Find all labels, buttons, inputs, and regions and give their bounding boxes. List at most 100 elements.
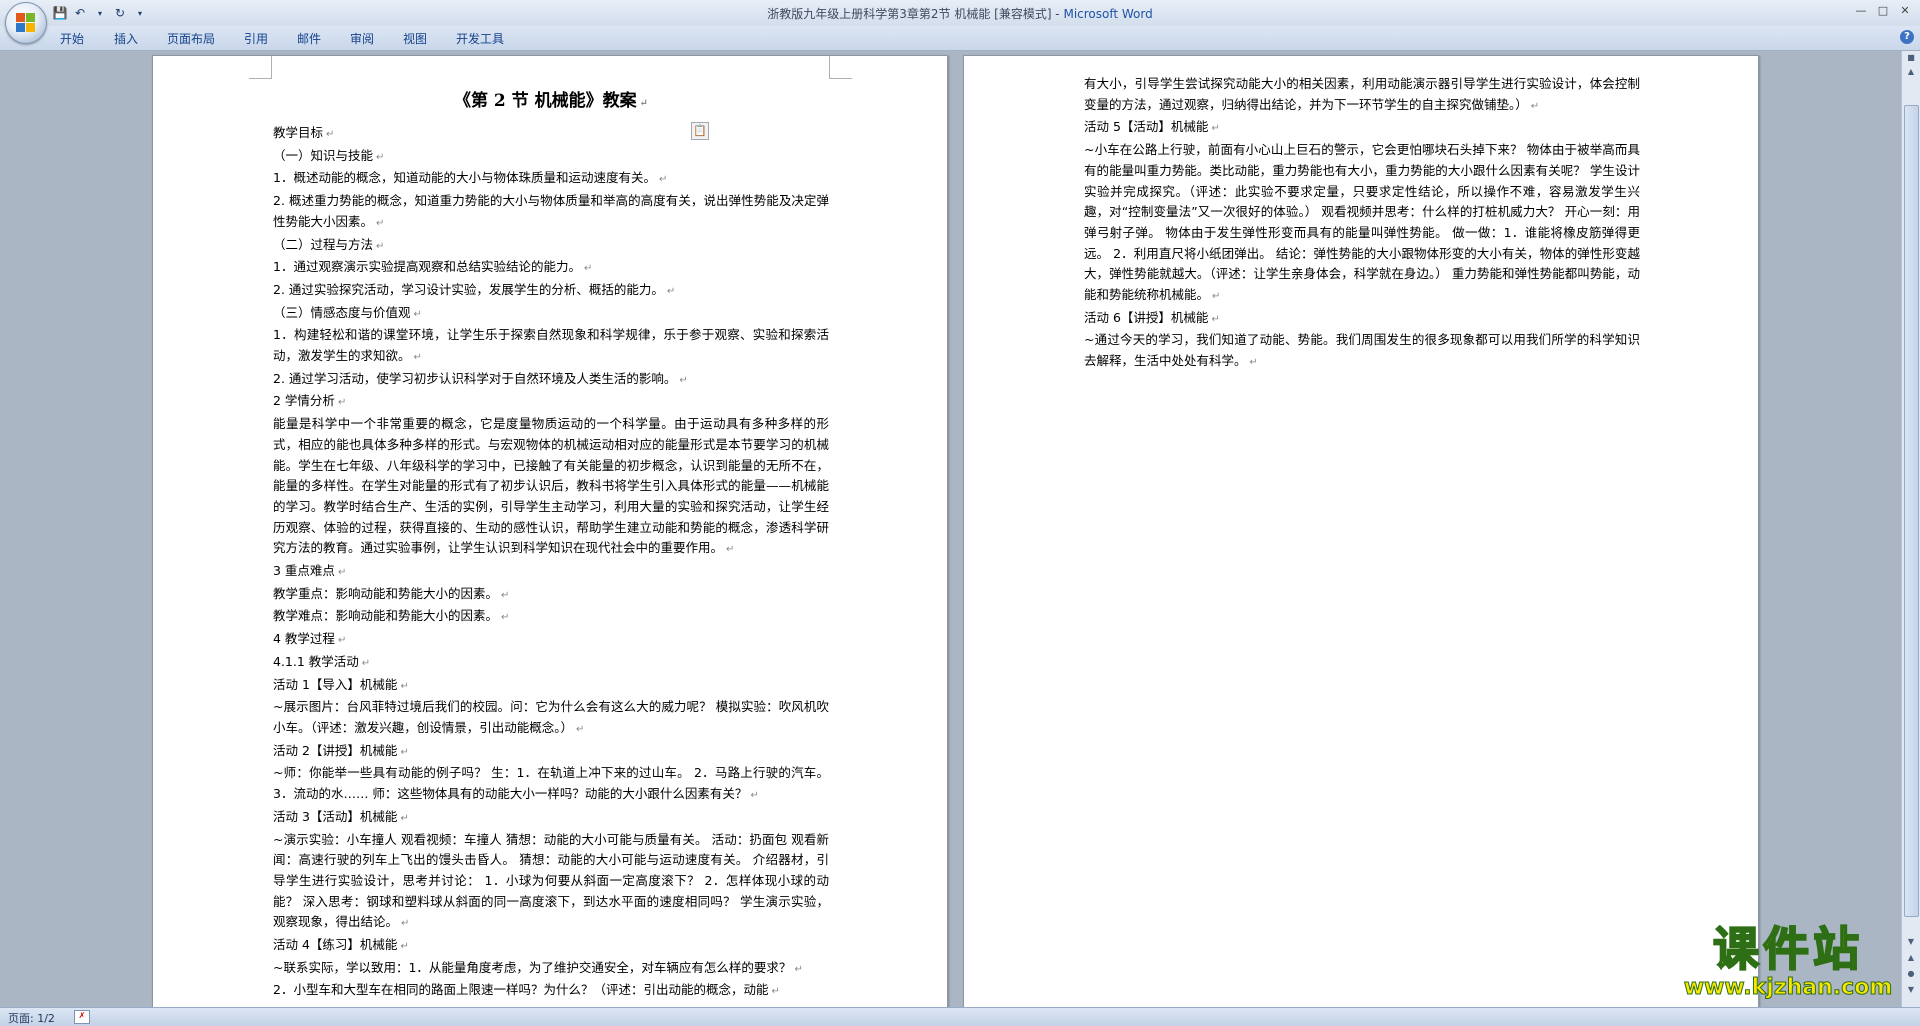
- paragraph-mark-icon: ↵: [501, 612, 510, 624]
- office-button-icon: [16, 13, 36, 33]
- ruler-toggle-icon[interactable]: ■: [1903, 53, 1919, 65]
- app-name: Microsoft Word: [1063, 7, 1153, 21]
- paragraph-mark-icon: ↵: [583, 263, 593, 275]
- paragraph: 3 重点难点 ↵: [273, 563, 347, 579]
- paragraph: 1．构建轻松和谐的课堂环境，让学生乐于探索自然现象和科学规律，乐于参于观察、实验…: [273, 327, 829, 364]
- paragraph-mark-icon: ↵: [658, 174, 668, 186]
- paragraph: 能量是科学中一个非常重要的概念，它是度量物质运动的一个科学量。由于运动具有多种多…: [273, 416, 829, 556]
- paragraph-mark-icon: ↵: [337, 567, 347, 579]
- page-2-paragraphs: 有大小，引导学生尝试探究动能大小的相关因素，利用动能演示器引导学生进行实验设计，…: [1084, 74, 1640, 374]
- paragraph: ~小车在公路上行驶，前面有小心山上巨石的警示，它会更怕哪块石头掉下来？ 物体由于…: [1084, 142, 1640, 303]
- paragraph-mark-icon: ↵: [376, 240, 385, 252]
- paragraph: 活动 1【导入】机械能 ↵: [273, 676, 409, 692]
- tab-developer[interactable]: 开发工具: [456, 30, 504, 47]
- proofing-status-icon[interactable]: ✗: [74, 1010, 90, 1024]
- help-icon[interactable]: ?: [1900, 30, 1914, 44]
- paragraph: 活动 3【活动】机械能 ↵: [273, 808, 409, 824]
- close-icon[interactable]: ✕: [1894, 3, 1916, 19]
- paragraph-mark-icon: ↵: [1249, 357, 1258, 369]
- paragraph: 1．通过观察演示实验提高观察和总结实验结论的能力。 ↵: [273, 259, 593, 275]
- paragraph: 4 教学过程 ↵: [273, 631, 347, 647]
- paragraph: 2 学情分析 ↵: [273, 393, 347, 409]
- page-1-paragraphs: 教学目标 ↵ （一）知识与技能 ↵ 1．概述动能的概念，知道动能的大小与物体珠质量和运动…: [273, 123, 829, 1003]
- paragraph-mark-icon: ↵: [1212, 291, 1221, 303]
- paragraph-mark-icon: ↵: [771, 986, 780, 998]
- paragraph: 教学目标 ↵: [273, 125, 335, 140]
- maximize-icon[interactable]: □: [1872, 3, 1894, 19]
- scroll-thumb[interactable]: [1904, 105, 1919, 917]
- paragraph-mark-icon: ↵: [750, 790, 759, 802]
- status-bar: 页面: 1/2 ✗: [0, 1007, 1920, 1026]
- watermark-url: www.kjzhan.com: [1683, 975, 1893, 1000]
- site-watermark-logo: 课件站 www.kjzhan.com: [1668, 921, 1908, 1004]
- paragraph-mark-icon: ↵: [401, 918, 410, 930]
- watermark-main-text: 课件站: [1712, 921, 1863, 977]
- paragraph-mark-icon: ↵: [400, 941, 409, 953]
- paragraph: 有大小，引导学生尝试探究动能大小的相关因素，利用动能演示器引导学生进行实验设计，…: [1084, 76, 1640, 112]
- paragraph: （二）过程与方法 ↵: [273, 236, 385, 252]
- paragraph: （一）知识与技能 ↵: [273, 147, 385, 163]
- window-title: 浙教版九年级上册科学第3章第2节 机械能 [兼容模式] - Microsoft …: [0, 5, 1920, 22]
- ribbon-tab-bar: 开始 插入 页面布局 引用 邮件 审阅 视图 开发工具 ?: [0, 26, 1920, 51]
- page-1-content: 《第 2 节 机械能》教案 ↵ 教学目标 ↵ （一）知识与技能 ↵ 1．概述动能的概念，知…: [273, 90, 829, 1003]
- paragraph-mark-icon: ↵: [576, 723, 585, 735]
- paragraph-mark-icon: ↵: [400, 746, 409, 758]
- paragraph: ~师：你能举一些具有动能的例子吗？ 生：1．在轨道上冲下来的过山车。 2．马路上…: [273, 765, 829, 802]
- paragraph-mark-icon: ↵: [413, 352, 422, 364]
- paragraph: ~展示图片：台风菲特过境后我们的校园。问：它为什么会有这么大的威力呢？ 模拟实验…: [273, 699, 829, 735]
- title-bar: 💾 ↶ ▾ ↻ ▾ 浙教版九年级上册科学第3章第2节 机械能 [兼容模式] - …: [0, 0, 1920, 26]
- paragraph-mark-icon: ↵: [666, 285, 676, 297]
- paragraph-mark-icon: ↵: [679, 374, 688, 386]
- tab-view[interactable]: 视图: [403, 30, 427, 47]
- paragraph: 1．概述动能的概念，知道动能的大小与物体珠质量和运动速度有关。 ↵: [273, 170, 668, 186]
- document-page-1[interactable]: 📋 《第 2 节 机械能》教案 ↵ 教学目标 ↵ （一）知识与技能 ↵ 1．概述动能的概念…: [152, 55, 948, 1007]
- paragraph: 2．小型车和大型车在相同的路面上限速一样吗？为什么？（评述：引出动能的概念，动能…: [273, 982, 780, 998]
- paragraph-mark-icon: ↵: [400, 680, 409, 692]
- minimize-icon[interactable]: —: [1850, 3, 1872, 19]
- paragraph: 4.1.1 教学活动 ↵: [273, 653, 371, 669]
- paragraph-mark-icon: ↵: [326, 129, 335, 140]
- paragraph: 教学重点：影响动能和势能大小的因素。 ↵: [273, 585, 510, 601]
- paragraph: 活动 4【练习】机械能 ↵: [273, 937, 409, 953]
- page-corner-mark: [829, 56, 852, 79]
- paragraph-mark-icon: ↵: [376, 217, 385, 229]
- paragraph: 2. 概述重力势能的概念，知道重力势能的大小与物体质量和举高的高度有关，说出弹性…: [273, 193, 829, 229]
- paragraph: 2. 通过学习活动，使学习初步认识科学对于自然环境及人类生活的影响。 ↵: [273, 370, 688, 386]
- tab-mailings[interactable]: 邮件: [297, 30, 321, 47]
- document-heading: 《第 2 节 机械能》教案 ↵: [454, 91, 648, 111]
- vertical-scrollbar[interactable]: ■ ▲ ▼ ▲ ● ▼: [1901, 51, 1920, 1007]
- paragraph: ~通过今天的学习，我们知道了动能、势能。我们周围发生的很多现象都可以用我们所学的…: [1084, 332, 1640, 369]
- paragraph: 教学难点：影响动能和势能大小的因素。 ↵: [273, 608, 510, 624]
- paragraph: ~联系实际，学以致用：1．从能量角度考虑，为了维护交通安全，对车辆应有怎么样的要…: [273, 959, 803, 975]
- paragraph: 活动 5【活动】机械能 ↵: [1084, 119, 1220, 135]
- paragraph-mark-icon: ↵: [726, 544, 735, 556]
- paragraph-mark-icon: ↵: [1211, 123, 1220, 135]
- paragraph-mark-icon: ↵: [337, 397, 347, 409]
- page-corner-mark: [249, 56, 272, 79]
- paragraph-mark-icon: ↵: [361, 657, 371, 669]
- paragraph: 活动 6【讲授】机械能 ↵: [1084, 309, 1220, 325]
- paragraph-mark-icon: ↵: [337, 635, 347, 647]
- paragraph-mark-icon: ↵: [1530, 100, 1540, 112]
- page-counter[interactable]: 页面: 1/2: [8, 1010, 55, 1026]
- page-2-content: 有大小，引导学生尝试探究动能大小的相关因素，利用动能演示器引导学生进行实验设计，…: [1084, 74, 1640, 374]
- paragraph-mark-icon: ↵: [1211, 313, 1220, 325]
- scroll-up-icon[interactable]: ▲: [1903, 67, 1919, 79]
- tab-references[interactable]: 引用: [244, 30, 268, 47]
- paragraph-mark-icon: ↵: [376, 151, 385, 163]
- tab-review[interactable]: 审阅: [350, 30, 374, 47]
- document-page-2[interactable]: 有大小，引导学生尝试探究动能大小的相关因素，利用动能演示器引导学生进行实验设计，…: [963, 55, 1759, 1007]
- paragraph-mark-icon: ↵: [794, 963, 803, 975]
- paragraph-mark-icon: ↵: [400, 812, 409, 824]
- tab-insert[interactable]: 插入: [114, 30, 138, 47]
- paragraph: 活动 2【讲授】机械能 ↵: [273, 742, 409, 758]
- document-title: 浙教版九年级上册科学第3章第2节 机械能 [兼容模式] -: [767, 7, 1064, 21]
- document-area: 📋 《第 2 节 机械能》教案 ↵ 教学目标 ↵ （一）知识与技能 ↵ 1．概述动能的概念…: [0, 51, 1902, 1007]
- office-button[interactable]: [5, 2, 47, 44]
- tab-page-layout[interactable]: 页面布局: [167, 30, 215, 47]
- window-controls: — □ ✕: [1850, 3, 1916, 19]
- paragraph-mark-icon: ↵: [413, 308, 422, 320]
- paragraph: （三）情感态度与价值观 ↵: [273, 304, 422, 320]
- paragraph: 2. 通过实验探究活动，学习设计实验，发展学生的分析、概括的能力。 ↵: [273, 281, 676, 297]
- tab-home[interactable]: 开始: [60, 30, 84, 47]
